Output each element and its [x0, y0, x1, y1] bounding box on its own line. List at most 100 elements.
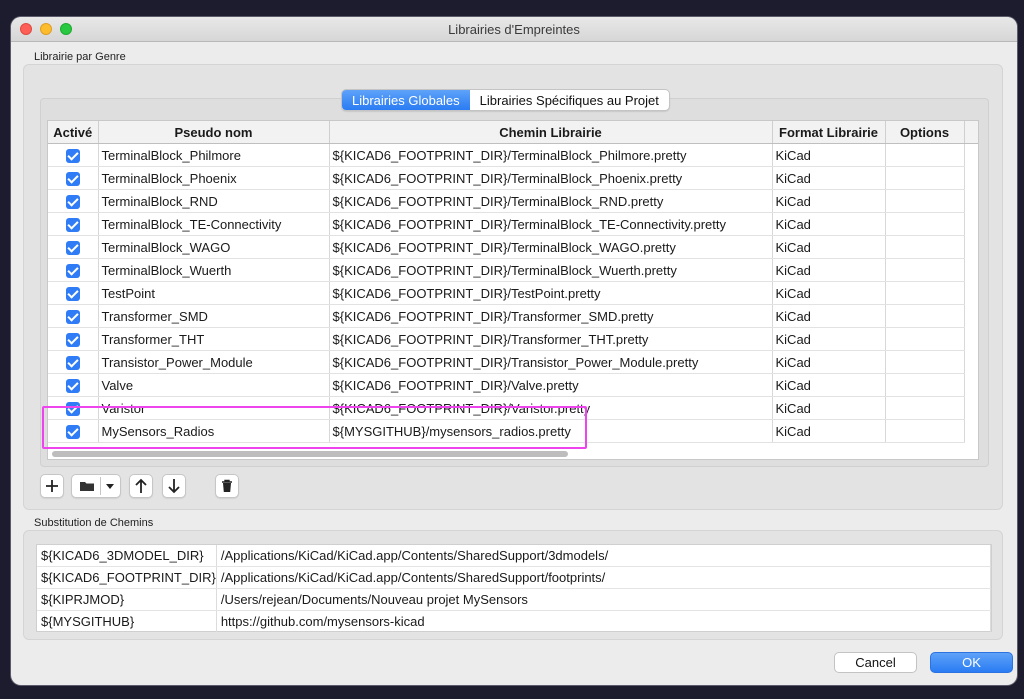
- options-cell[interactable]: [885, 281, 965, 305]
- delete-library-button[interactable]: [215, 474, 239, 498]
- options-cell[interactable]: [885, 396, 965, 420]
- path-cell[interactable]: ${KICAD6_FOOTPRINT_DIR}/TerminalBlock_Ph…: [329, 143, 773, 167]
- format-cell[interactable]: KiCad: [772, 350, 886, 374]
- format-cell[interactable]: KiCad: [772, 327, 886, 351]
- format-cell[interactable]: KiCad: [772, 396, 886, 420]
- nickname-cell[interactable]: TerminalBlock_Phoenix: [98, 166, 330, 190]
- format-cell[interactable]: KiCad: [772, 166, 886, 190]
- env-value-cell[interactable]: /Applications/KiCad/KiCad.app/Contents/S…: [216, 566, 992, 589]
- column-header-options[interactable]: Options: [885, 121, 965, 144]
- table-row[interactable]: TerminalBlock_Philmore ${KICAD6_FOOTPRINT…: [48, 143, 978, 167]
- add-library-button[interactable]: [40, 474, 64, 498]
- table-row[interactable]: Transistor_Power_Module ${KICAD6_FOOTPRIN…: [48, 350, 978, 374]
- nickname-cell[interactable]: TerminalBlock_Philmore: [98, 143, 330, 167]
- table-row[interactable]: Transformer_SMD ${KICAD6_FOOTPRINT_DIR}/T…: [48, 304, 978, 328]
- options-cell[interactable]: [885, 373, 965, 397]
- path-cell[interactable]: ${KICAD6_FOOTPRINT_DIR}/TerminalBlock_Wu…: [329, 258, 773, 282]
- options-cell[interactable]: [885, 143, 965, 167]
- column-header-nickname[interactable]: Pseudo nom: [98, 121, 330, 144]
- active-checkbox-cell[interactable]: [48, 258, 99, 282]
- active-checkbox-cell[interactable]: [48, 166, 99, 190]
- path-cell[interactable]: ${KICAD6_FOOTPRINT_DIR}/TerminalBlock_RN…: [329, 189, 773, 213]
- nickname-cell[interactable]: TerminalBlock_RND: [98, 189, 330, 213]
- checkbox-checked[interactable]: [65, 194, 80, 209]
- active-checkbox-cell[interactable]: [48, 281, 99, 305]
- checkbox-checked[interactable]: [65, 263, 80, 278]
- options-cell[interactable]: [885, 304, 965, 328]
- options-cell[interactable]: [885, 166, 965, 190]
- column-header-format[interactable]: Format Librairie: [772, 121, 886, 144]
- format-cell[interactable]: KiCad: [772, 419, 886, 443]
- cancel-button[interactable]: Cancel: [834, 652, 917, 673]
- options-cell[interactable]: [885, 189, 965, 213]
- vertical-scrollbar-thumb[interactable]: [978, 413, 979, 443]
- env-value-cell[interactable]: /Applications/KiCad/KiCad.app/Contents/S…: [216, 545, 992, 567]
- options-cell[interactable]: [885, 350, 965, 374]
- horizontal-scrollbar-thumb[interactable]: [52, 451, 568, 457]
- checkbox-checked[interactable]: [65, 217, 80, 232]
- format-cell[interactable]: KiCad: [772, 235, 886, 259]
- checkbox-checked[interactable]: [65, 286, 80, 301]
- move-up-button[interactable]: [129, 474, 153, 498]
- nickname-cell[interactable]: Transistor_Power_Module: [98, 350, 330, 374]
- active-checkbox-cell[interactable]: [48, 350, 99, 374]
- env-var-cell[interactable]: ${KICAD6_FOOTPRINT_DIR}: [37, 566, 217, 589]
- checkbox-checked[interactable]: [65, 378, 80, 393]
- active-checkbox-cell[interactable]: [48, 373, 99, 397]
- title-bar[interactable]: Librairies d'Empreintes: [11, 17, 1017, 42]
- tab-project-libraries[interactable]: Librairies Spécifiques au Projet: [470, 90, 669, 110]
- path-cell[interactable]: ${KICAD6_FOOTPRINT_DIR}/Transformer_THT.…: [329, 327, 773, 351]
- ok-button[interactable]: OK: [930, 652, 1013, 673]
- active-checkbox-cell[interactable]: [48, 235, 99, 259]
- active-checkbox-cell[interactable]: [48, 327, 99, 351]
- tab-global-libraries[interactable]: Librairies Globales: [342, 90, 470, 110]
- options-cell[interactable]: [885, 419, 965, 443]
- column-header-path[interactable]: Chemin Librairie: [329, 121, 773, 144]
- checkbox-checked[interactable]: [65, 355, 80, 370]
- add-existing-library-button[interactable]: [71, 474, 121, 498]
- table-row[interactable]: TerminalBlock_WAGO ${KICAD6_FOOTPRINT_DIR…: [48, 235, 978, 259]
- active-checkbox-cell[interactable]: [48, 143, 99, 167]
- table-row[interactable]: Transformer_THT ${KICAD6_FOOTPRINT_DIR}/T…: [48, 327, 978, 351]
- nickname-cell[interactable]: Valve: [98, 373, 330, 397]
- options-cell[interactable]: [885, 212, 965, 236]
- checkbox-checked[interactable]: [65, 309, 80, 324]
- format-cell[interactable]: KiCad: [772, 373, 886, 397]
- options-cell[interactable]: [885, 327, 965, 351]
- nickname-cell[interactable]: TerminalBlock_Wuerth: [98, 258, 330, 282]
- nickname-cell[interactable]: Transformer_SMD: [98, 304, 330, 328]
- env-value-cell[interactable]: https://github.com/mysensors-kicad: [216, 610, 992, 633]
- path-cell[interactable]: ${KICAD6_FOOTPRINT_DIR}/TerminalBlock_WA…: [329, 235, 773, 259]
- nickname-cell[interactable]: TerminalBlock_TE-Connectivity: [98, 212, 330, 236]
- path-cell[interactable]: ${KICAD6_FOOTPRINT_DIR}/TerminalBlock_Ph…: [329, 166, 773, 190]
- format-cell[interactable]: KiCad: [772, 304, 886, 328]
- checkbox-checked[interactable]: [65, 240, 80, 255]
- path-row[interactable]: ${KICAD6_3DMODEL_DIR}/Applications/KiCad…: [37, 545, 992, 567]
- table-row[interactable]: TerminalBlock_TE-Connectivity ${KICAD6_FO…: [48, 212, 978, 236]
- nickname-cell[interactable]: Transformer_THT: [98, 327, 330, 351]
- checkbox-checked[interactable]: [65, 171, 80, 186]
- env-var-cell[interactable]: ${KICAD6_3DMODEL_DIR}: [37, 545, 217, 567]
- column-header-active[interactable]: Activé: [48, 121, 99, 144]
- active-checkbox-cell[interactable]: [48, 189, 99, 213]
- format-cell[interactable]: KiCad: [772, 143, 886, 167]
- table-row[interactable]: TerminalBlock_Wuerth ${KICAD6_FOOTPRINT_D…: [48, 258, 978, 282]
- nickname-cell[interactable]: TerminalBlock_WAGO: [98, 235, 330, 259]
- options-cell[interactable]: [885, 258, 965, 282]
- format-cell[interactable]: KiCad: [772, 281, 886, 305]
- path-cell[interactable]: ${KICAD6_FOOTPRINT_DIR}/Valve.pretty: [329, 373, 773, 397]
- env-var-cell[interactable]: ${KIPRJMOD}: [37, 588, 217, 611]
- format-cell[interactable]: KiCad: [772, 212, 886, 236]
- env-var-cell[interactable]: ${MYSGITHUB}: [37, 610, 217, 633]
- chevron-down-icon[interactable]: [105, 483, 115, 491]
- table-row[interactable]: TerminalBlock_RND ${KICAD6_FOOTPRINT_DIR}…: [48, 189, 978, 213]
- path-row[interactable]: ${KIPRJMOD}/Users/rejean/Documents/Nouve…: [37, 588, 992, 611]
- table-row[interactable]: TerminalBlock_Phoenix ${KICAD6_FOOTPRINT_…: [48, 166, 978, 190]
- path-row[interactable]: ${KICAD6_FOOTPRINT_DIR}/Applications/KiC…: [37, 566, 992, 589]
- path-cell[interactable]: ${KICAD6_FOOTPRINT_DIR}/Transistor_Power…: [329, 350, 773, 374]
- checkbox-checked[interactable]: [65, 148, 80, 163]
- options-cell[interactable]: [885, 235, 965, 259]
- path-cell[interactable]: ${KICAD6_FOOTPRINT_DIR}/TestPoint.pretty: [329, 281, 773, 305]
- format-cell[interactable]: KiCad: [772, 189, 886, 213]
- active-checkbox-cell[interactable]: [48, 304, 99, 328]
